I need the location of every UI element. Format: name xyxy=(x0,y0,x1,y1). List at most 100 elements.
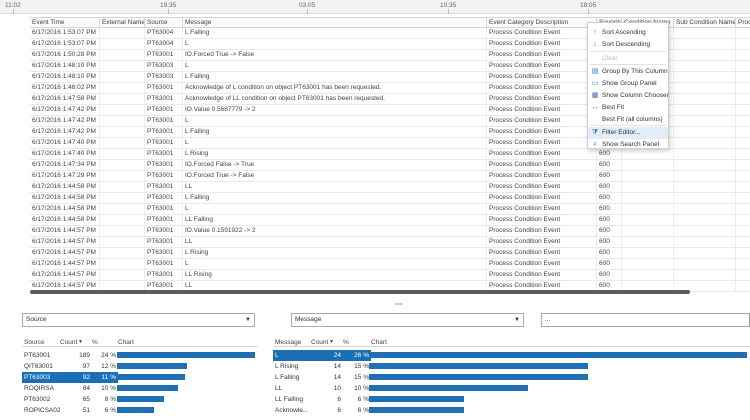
table-cell xyxy=(100,259,145,269)
table-row[interactable]: 6/17/2016 1:44:58 PM PT63001 LL Process Con… xyxy=(30,182,750,193)
table-row[interactable]: 6/17/2016 1:44:57 PM PT63001 IO.Value 0.15… xyxy=(30,226,750,237)
list-item[interactable]: ROQIRSA 84 10 % xyxy=(22,383,258,394)
table-cell xyxy=(674,50,736,60)
item-chart-bar xyxy=(369,363,588,369)
message-selector[interactable]: Message ▼ xyxy=(291,313,524,327)
pane-header-source[interactable]: Source xyxy=(24,338,45,347)
list-item[interactable]: PT63002 65 8 % xyxy=(22,394,258,405)
table-row[interactable]: 6/17/2016 1:44:58 PM PT63001 LL Falling Pro… xyxy=(30,215,750,226)
list-item[interactable]: QIT63001 97 12 % xyxy=(22,361,258,372)
item-count: 65 xyxy=(82,396,90,403)
list-item[interactable]: PT63003 92 11 % xyxy=(22,372,258,383)
table-cell: Process Condition Event xyxy=(487,226,597,236)
table-cell: PT63001 xyxy=(145,270,183,280)
splitter-handle[interactable] xyxy=(395,303,403,305)
menu-item-label: Show Search Panel xyxy=(602,141,660,148)
table-cell: LL Falling xyxy=(183,215,487,225)
table-row[interactable]: 6/17/2016 1:44:57 PM PT63001 L Rising Proce… xyxy=(30,248,750,259)
table-row[interactable]: 6/17/2016 1:44:57 PM PT63001 LL Rising Proc… xyxy=(30,270,750,281)
sort-descending-icon: ▼ xyxy=(78,339,83,345)
list-item[interactable]: PT63001 189 24 % xyxy=(22,350,258,361)
table-cell xyxy=(622,160,674,170)
table-cell: 600 xyxy=(597,259,622,269)
list-item[interactable]: LL 10 10 % xyxy=(273,383,750,394)
table-row[interactable]: 6/17/2016 1:47:29 PM PT63001 IO.Forced Tru… xyxy=(30,171,750,182)
source-selector[interactable]: Source ▼ xyxy=(22,313,255,327)
table-cell xyxy=(736,61,750,71)
column-header-process-section[interactable]: Process Section xyxy=(736,18,750,28)
table-cell: L Rising xyxy=(183,248,487,258)
pane-header-[interactable]: % xyxy=(343,338,349,347)
menu-item-show-group-panel[interactable]: ▭ Show Group Panel xyxy=(588,78,668,90)
menu-item-filter-editor[interactable]: ⧩ Filter Editor... xyxy=(588,127,668,139)
menu-item-best-fit[interactable]: ↔ Best Fit xyxy=(588,102,668,114)
table-row[interactable]: 6/17/2016 1:44:57 PM PT63001 LL Process Con… xyxy=(30,237,750,248)
table-cell xyxy=(674,83,736,93)
menu-item-show-column-chooser[interactable]: ▦ Show Column Chooser xyxy=(588,90,669,102)
item-count: 14 xyxy=(333,374,341,381)
pane-header-count[interactable]: Count xyxy=(311,338,328,347)
list-item[interactable]: L 24 26 % xyxy=(273,350,750,361)
column-header-sub-condition-name[interactable]: Sub Condition Name xyxy=(674,18,736,28)
table-cell: PT63001 xyxy=(145,237,183,247)
column-header-event-time[interactable]: Event Time xyxy=(30,18,100,28)
table-cell: PT63001 xyxy=(145,160,183,170)
menu-item-sort-ascending[interactable]: ↑ Sort Ascending xyxy=(588,27,668,39)
list-item[interactable]: L Rising 14 15 % xyxy=(273,361,750,372)
table-row[interactable]: 6/17/2016 1:44:58 PM PT63001 L Falling Proc… xyxy=(30,193,750,204)
item-count: 92 xyxy=(60,372,92,383)
table-row[interactable]: 6/17/2016 1:44:58 PM PT63001 L Process Cond… xyxy=(30,204,750,215)
horizontal-scrollbar[interactable] xyxy=(30,290,690,294)
table-cell: Process Condition Event xyxy=(487,83,597,93)
pane-header-message[interactable]: Message xyxy=(275,338,301,347)
item-chart-bar xyxy=(369,352,747,358)
table-cell: L Falling xyxy=(183,193,487,203)
table-cell: Process Condition Event xyxy=(487,237,597,247)
item-count: 189 xyxy=(79,352,90,359)
table-cell: LL xyxy=(183,182,487,192)
message-summary-pane: Message Count% Chart ▼ L 24 26 % L Rising 14 15 %… xyxy=(273,338,750,420)
timeline-tick-label: 03:05 xyxy=(299,2,316,9)
table-cell: 6/17/2016 1:53:07 PM xyxy=(30,28,100,38)
third-selector[interactable]: ... xyxy=(541,313,750,327)
pane-header-[interactable]: % xyxy=(92,338,98,347)
timeline-tick xyxy=(588,9,589,14)
menu-item-sort-descending[interactable]: ↓ Sort Descending xyxy=(588,39,668,51)
table-cell xyxy=(736,149,750,159)
table-cell: 6/17/2016 1:44:57 PM xyxy=(30,248,100,258)
list-item[interactable]: L Falling 14 15 % xyxy=(273,372,750,383)
pane-header-count[interactable]: Count xyxy=(60,338,77,347)
table-cell xyxy=(100,83,145,93)
column-header-external-name[interactable]: External Name xyxy=(100,18,145,28)
table-cell: L xyxy=(183,259,487,269)
table-cell: L xyxy=(183,204,487,214)
timeline-bar[interactable]: 11:02 19:35 03:05 10:35 18:05 xyxy=(0,0,750,14)
table-cell xyxy=(100,61,145,71)
list-item[interactable]: Acknowle... 6 6 % xyxy=(273,405,750,416)
table-cell: LL Rising xyxy=(183,270,487,280)
table-cell xyxy=(736,116,750,126)
table-cell xyxy=(100,248,145,258)
menu-item-group-by-this-column[interactable]: ▤ Group By This Column xyxy=(588,66,668,78)
table-cell xyxy=(100,171,145,181)
menu-item-best-fit-all-columns[interactable]: Best Fit (all columns) xyxy=(588,114,668,126)
table-cell: PT63001 xyxy=(145,248,183,258)
item-count: 10 xyxy=(333,385,341,392)
table-cell: 6/17/2016 1:44:58 PM xyxy=(30,193,100,203)
item-percent: 24 % xyxy=(101,352,116,359)
menu-item-show-search-panel[interactable]: ⌕ Show Search Panel xyxy=(588,139,668,151)
table-cell: 6/17/2016 1:47:42 PM xyxy=(30,127,100,137)
table-cell: Process Condition Event xyxy=(487,28,597,38)
column-header-event-category-description[interactable]: Event Category Description xyxy=(487,18,597,28)
table-cell xyxy=(100,215,145,225)
table-cell xyxy=(622,248,674,258)
column-header-source[interactable]: Source xyxy=(145,18,183,28)
list-item[interactable]: ROPICSA02 51 6 % xyxy=(22,405,258,416)
table-row[interactable]: 6/17/2016 1:44:57 PM PT63001 L Process Cond… xyxy=(30,259,750,270)
list-item[interactable]: LL Falling 6 6 % xyxy=(273,394,750,405)
column-header-message[interactable]: Message xyxy=(183,18,487,28)
table-cell: PT63001 xyxy=(145,193,183,203)
table-row[interactable]: 6/17/2016 1:47:34 PM PT63001 IO.Forced Fal… xyxy=(30,160,750,171)
table-cell xyxy=(622,270,674,280)
timeline-tick xyxy=(13,9,14,14)
